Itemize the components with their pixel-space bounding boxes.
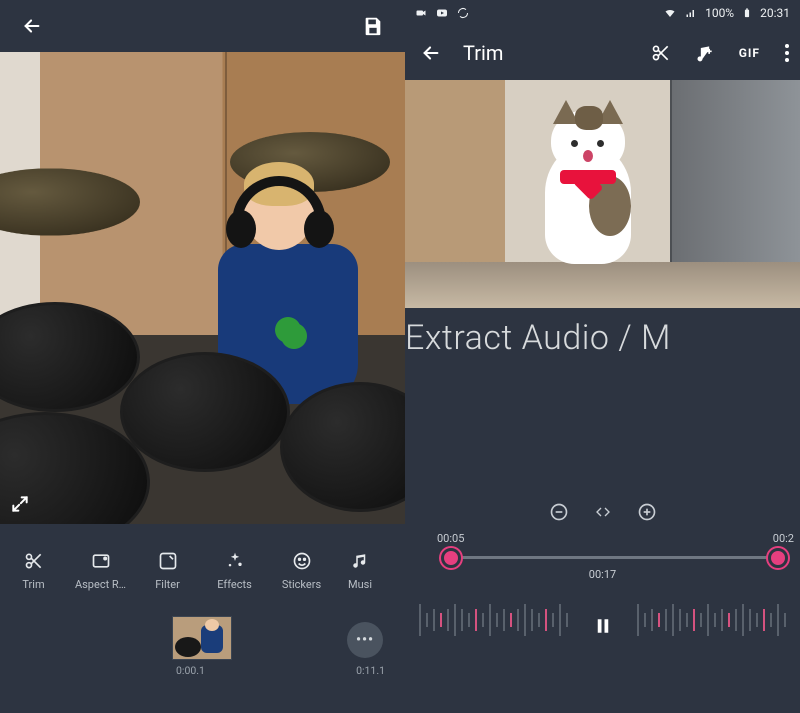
- more-button[interactable]: •••: [347, 622, 383, 658]
- editor-toolbar: Trim Aspect R… Filter Effects Stickers M…: [0, 524, 405, 606]
- camera-status-icon: [415, 7, 427, 19]
- wifi-icon: [663, 7, 677, 19]
- pause-icon: [594, 615, 612, 637]
- tool-aspect-ratio[interactable]: Aspect R…: [67, 550, 134, 591]
- save-button[interactable]: [359, 12, 387, 40]
- trim-topbar: Trim GIF: [405, 26, 800, 80]
- tool-label: Trim: [22, 578, 44, 591]
- code-icon: [593, 504, 613, 520]
- overflow-button[interactable]: [784, 43, 790, 63]
- fit-button[interactable]: [593, 504, 613, 520]
- filter-icon: [158, 551, 178, 571]
- sticker-icon: [292, 551, 312, 571]
- tool-trim[interactable]: Trim: [0, 550, 67, 591]
- timeline-end-label: 0:11.1: [356, 664, 385, 677]
- range-start-label: 00:05: [437, 532, 464, 545]
- expand-icon: [10, 494, 30, 514]
- fullscreen-button[interactable]: [10, 494, 30, 514]
- timeline-start-label: 0:00.1: [176, 664, 205, 677]
- more-vert-icon: [784, 43, 790, 63]
- tool-filter[interactable]: Filter: [134, 550, 201, 591]
- clock: 20:31: [760, 6, 790, 20]
- signal-icon: [685, 7, 697, 19]
- trim-screen: 100% 20:31 Trim GIF: [405, 0, 800, 713]
- editor-screen: Trim Aspect R… Filter Effects Stickers M…: [0, 0, 405, 713]
- add-music-button[interactable]: [695, 43, 715, 63]
- range-handle-start[interactable]: [441, 548, 461, 568]
- music-plus-icon: [695, 43, 715, 63]
- trim-video-preview[interactable]: [405, 80, 800, 308]
- arrow-left-icon: [21, 15, 43, 37]
- cut-button[interactable]: [651, 43, 671, 63]
- tool-label: Aspect R…: [75, 578, 126, 591]
- tool-label: Stickers: [282, 578, 321, 591]
- trim-range[interactable]: 00:05 00:2 00:17: [405, 528, 800, 582]
- minus-circle-icon: [549, 502, 569, 522]
- youtube-status-icon: [435, 7, 449, 19]
- tool-music[interactable]: Musi: [335, 550, 385, 591]
- plus-circle-icon: [637, 502, 657, 522]
- overlay-caption: Extract Audio / M: [405, 308, 800, 368]
- tool-label: Musi: [348, 578, 372, 591]
- back-button[interactable]: [18, 12, 46, 40]
- screen-title: Trim: [463, 41, 503, 65]
- tool-label: Effects: [217, 578, 252, 591]
- range-cursor-label: 00:17: [589, 568, 616, 581]
- tool-effects[interactable]: Effects: [201, 550, 268, 591]
- status-bar: 100% 20:31: [405, 0, 800, 26]
- scissors-icon: [24, 551, 44, 571]
- effects-icon: [225, 551, 245, 571]
- range-track[interactable]: [451, 556, 774, 559]
- battery-icon: [742, 6, 752, 20]
- editor-timeline[interactable]: ••• 0:00.1 0:11.1: [0, 606, 405, 713]
- sync-status-icon: [457, 7, 469, 19]
- gif-button[interactable]: GIF: [739, 46, 760, 60]
- ellipsis-icon: •••: [356, 632, 374, 648]
- back-button[interactable]: [417, 39, 445, 67]
- arrow-left-icon: [420, 42, 442, 64]
- battery-pct: 100%: [705, 6, 734, 20]
- clip-thumbnail[interactable]: [172, 616, 232, 660]
- range-handle-end[interactable]: [768, 548, 788, 568]
- zoom-out-button[interactable]: [549, 502, 569, 522]
- scrubber[interactable]: [405, 582, 800, 670]
- aspect-icon: [91, 551, 111, 571]
- spacer: [405, 368, 800, 496]
- music-icon: [351, 551, 369, 571]
- tool-stickers[interactable]: Stickers: [268, 550, 335, 591]
- zoom-controls: [405, 496, 800, 528]
- zoom-in-button[interactable]: [637, 502, 657, 522]
- editor-topbar: [0, 0, 405, 52]
- range-end-label: 00:2: [773, 532, 794, 545]
- pause-button[interactable]: [594, 615, 612, 637]
- save-icon: [362, 15, 384, 37]
- video-preview[interactable]: [0, 52, 405, 524]
- tool-label: Filter: [155, 578, 180, 591]
- scissors-icon: [651, 43, 671, 63]
